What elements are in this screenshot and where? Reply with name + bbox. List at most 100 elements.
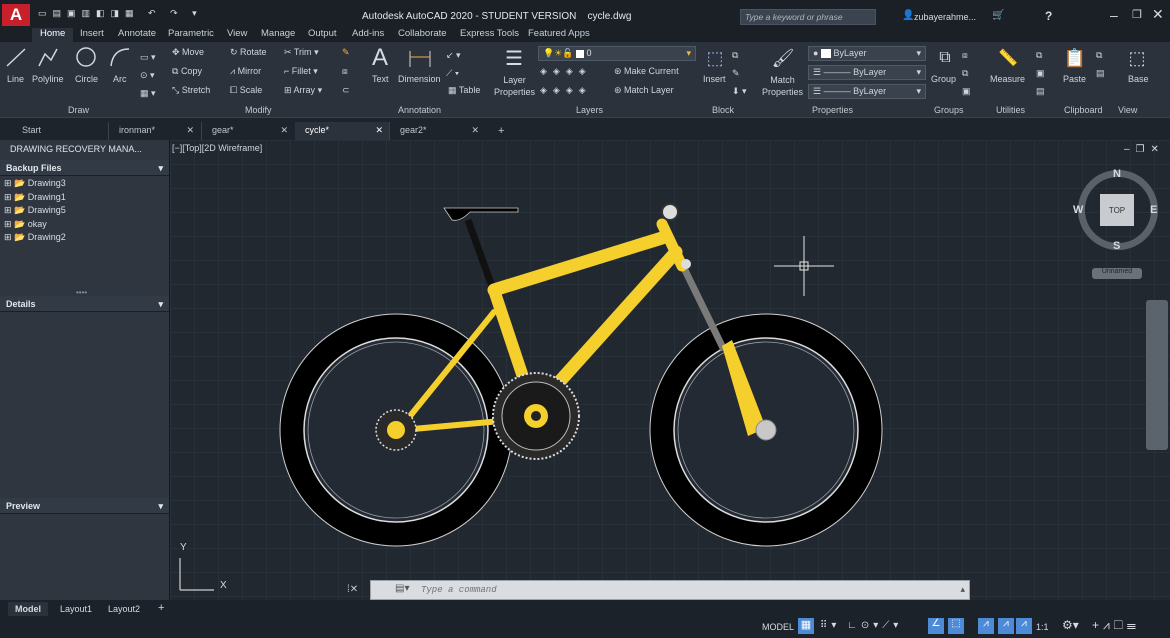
- tab-view[interactable]: View: [227, 28, 247, 39]
- cart-icon[interactable]: 🛒: [992, 10, 1004, 21]
- tab-addins[interactable]: Add-ins: [352, 28, 384, 39]
- layer-tools2-icon[interactable]: ◈◈◈◈: [540, 85, 592, 96]
- backup-file-item[interactable]: ⊞ 📂 Drawing3: [4, 178, 66, 189]
- fillet-button[interactable]: ⌐ Fillet ▾: [284, 66, 318, 77]
- layer-properties-button[interactable]: Layer Properties: [494, 74, 535, 98]
- draw-group-label[interactable]: Draw: [68, 105, 89, 115]
- settings-gear-icon[interactable]: ⚙▾: [1062, 618, 1079, 632]
- erase-icon[interactable]: ✎: [342, 47, 350, 58]
- drawing-canvas[interactable]: [−][Top][2D Wireframe] –❐✕ Y X TOP N S W…: [170, 140, 1170, 600]
- annotation-group-label[interactable]: Annotation: [398, 105, 441, 115]
- preview-header[interactable]: Preview ▾: [0, 498, 169, 514]
- layer-properties-icon[interactable]: ☰: [500, 44, 528, 72]
- compass-n[interactable]: N: [1113, 168, 1121, 180]
- utilities-group-label[interactable]: Utilities: [996, 105, 1025, 115]
- layout-tab-model[interactable]: Model: [8, 602, 48, 616]
- layout-tab-2[interactable]: Layout2: [108, 604, 140, 614]
- groups-group-label[interactable]: Groups: [934, 105, 964, 115]
- backup-file-item[interactable]: ⊞ 📂 Drawing2: [4, 232, 66, 243]
- wcs-menu[interactable]: Unnamed: [1092, 268, 1142, 279]
- leader-icon[interactable]: ↙ ▾ ⟋ ▾: [446, 46, 461, 82]
- navigation-bar[interactable]: [1146, 300, 1168, 450]
- circle-icon[interactable]: [74, 44, 98, 70]
- explode-icon[interactable]: ⧈: [342, 66, 348, 77]
- backup-files-header[interactable]: Backup Files ▾: [0, 160, 169, 176]
- tab-manage[interactable]: Manage: [261, 28, 295, 39]
- annotation-scale-value[interactable]: 1:1: [1036, 622, 1049, 632]
- arc-button[interactable]: Arc: [113, 74, 127, 84]
- backup-file-item[interactable]: ⊞ 📂 Drawing5: [4, 205, 66, 216]
- arc-icon[interactable]: [108, 44, 132, 70]
- layout-tab-1[interactable]: Layout1: [60, 604, 92, 614]
- auto-scale-icon[interactable]: ⩘: [1016, 618, 1032, 634]
- group-icon[interactable]: ⧉: [932, 44, 958, 72]
- compass-s[interactable]: S: [1113, 240, 1120, 252]
- user-name[interactable]: zubayerahme...: [914, 12, 976, 22]
- status-extra-icons[interactable]: +⩘☐☰: [1092, 618, 1140, 633]
- match-properties-icon[interactable]: 🖌: [770, 44, 796, 72]
- doc-tab-cycle[interactable]: cycle* ✕: [295, 122, 389, 140]
- move-button[interactable]: ✥ Move: [172, 47, 204, 58]
- paste-button[interactable]: Paste: [1063, 74, 1086, 84]
- offset-icon[interactable]: ⊂: [342, 85, 350, 96]
- line-button[interactable]: Line: [7, 74, 24, 84]
- tab-collaborate[interactable]: Collaborate: [398, 28, 447, 39]
- restore-button[interactable]: ❐: [1132, 8, 1142, 21]
- status-tools-icon[interactable]: ⠿▾ ∟⊙▾⟋▾: [820, 620, 902, 631]
- utility-tools-icon[interactable]: ⧉ ▣ ▤: [1036, 46, 1045, 100]
- user-icon[interactable]: 👤: [902, 10, 914, 21]
- new-tab-icon[interactable]: +: [488, 122, 504, 140]
- command-input[interactable]: Type a command: [421, 585, 497, 595]
- make-current-button[interactable]: ⊛ Make Current: [614, 66, 679, 77]
- command-close-icon[interactable]: ⁞✕: [347, 584, 358, 595]
- linetype-dropdown[interactable]: ☰ ——— ByLayer ▾: [808, 84, 926, 99]
- quick-access-toolbar[interactable]: ▭▤▣▥◧◨▦ ↶ ↷ ▾: [38, 8, 203, 19]
- modify-group-label[interactable]: Modify: [245, 105, 272, 115]
- base-button[interactable]: Base: [1128, 74, 1149, 84]
- tab-home[interactable]: Home: [32, 28, 74, 42]
- insert-icon[interactable]: ⬚: [702, 44, 728, 72]
- backup-file-item[interactable]: ⊞ 📂 okay: [4, 219, 47, 230]
- match-layer-button[interactable]: ⊛ Match Layer: [614, 85, 674, 96]
- mirror-button[interactable]: ⩘ Mirror: [230, 66, 261, 77]
- group-button[interactable]: Group: [931, 74, 956, 84]
- app-menu-button[interactable]: A: [2, 4, 30, 26]
- draw-tools-icon[interactable]: ▭ ▾ ⊙ ▾ ▦ ▾: [140, 48, 156, 102]
- lineweight-dropdown[interactable]: ☰ ——— ByLayer ▾: [808, 65, 926, 80]
- tab-annotate[interactable]: Annotate: [118, 28, 156, 39]
- minimize-button[interactable]: –: [1110, 7, 1118, 23]
- close-icon[interactable]: ✕: [186, 125, 194, 136]
- tab-featured-apps[interactable]: Featured Apps: [528, 28, 590, 39]
- polyline-button[interactable]: Polyline: [32, 74, 64, 84]
- circle-button[interactable]: Circle: [75, 74, 98, 84]
- group-tools-icon[interactable]: ⧈ ⧉ ▣: [962, 46, 971, 100]
- close-button[interactable]: ✕: [1152, 6, 1164, 23]
- paste-icon[interactable]: 📋: [1062, 44, 1088, 72]
- rotate-button[interactable]: ↻ Rotate: [230, 47, 267, 58]
- polyline-icon[interactable]: [36, 44, 60, 70]
- layers-group-label[interactable]: Layers: [576, 105, 603, 115]
- view-group-label[interactable]: View: [1118, 105, 1137, 115]
- doc-tab-ironman[interactable]: ironman* ✕: [108, 122, 200, 140]
- compass-e[interactable]: E: [1150, 204, 1157, 216]
- doc-tab-start[interactable]: Start: [12, 122, 108, 140]
- trim-button[interactable]: ✂ Trim ▾: [284, 47, 319, 58]
- model-space-button[interactable]: MODEL: [762, 622, 794, 632]
- command-line[interactable]: ⁞✕ ▤▾ Type a command ▴: [347, 580, 970, 600]
- layer-dropdown[interactable]: 💡☀🔓 0 ▾: [538, 46, 696, 61]
- block-tools-icon[interactable]: ⧉ ✎ ⬇ ▾: [732, 46, 747, 100]
- measure-icon[interactable]: 📏: [994, 44, 1022, 72]
- scale-button[interactable]: ⧠ Scale: [230, 85, 262, 96]
- close-icon[interactable]: ✕: [375, 125, 383, 136]
- snap-icon[interactable]: ⬚: [948, 618, 964, 634]
- command-history-icon[interactable]: ▴: [960, 584, 965, 595]
- backup-file-item[interactable]: ⊞ 📂 Drawing1: [4, 192, 66, 203]
- measure-button[interactable]: Measure: [990, 74, 1025, 84]
- base-icon[interactable]: ⬚: [1124, 44, 1150, 72]
- color-dropdown[interactable]: ● ByLayer ▾: [808, 46, 926, 61]
- annotation-visibility-icon[interactable]: ⩘: [998, 618, 1014, 634]
- add-layout-icon[interactable]: +: [158, 602, 164, 614]
- tab-output[interactable]: Output: [308, 28, 337, 39]
- insert-button[interactable]: Insert: [703, 74, 726, 84]
- dimension-button[interactable]: Dimension: [398, 74, 441, 84]
